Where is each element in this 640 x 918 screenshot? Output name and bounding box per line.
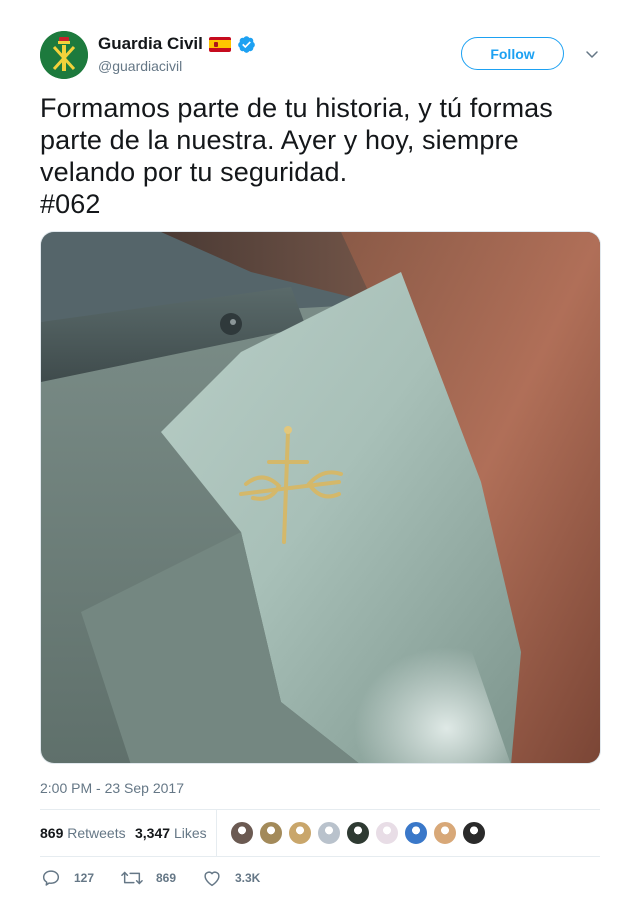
liker-avatar[interactable] <box>375 821 399 845</box>
likes-count: 3,347 <box>135 825 171 841</box>
follow-button[interactable]: Follow <box>461 37 564 70</box>
retweet-button[interactable]: 869 <box>120 866 176 890</box>
display-name[interactable]: Guardia Civil <box>98 34 203 54</box>
uniform-collar-photo <box>41 232 600 763</box>
tweet-stats: 869 Retweets 3,347 Likes <box>40 810 600 856</box>
tweet-text: Formamos parte de tu historia, y tú form… <box>40 92 600 220</box>
likes-label: Likes <box>173 825 207 841</box>
like-button[interactable]: 3.3K <box>201 866 260 890</box>
tweet-header: Guardia Civil @guardiacivil Follow <box>40 30 600 80</box>
user-handle[interactable]: @guardiacivil <box>98 58 256 74</box>
verified-badge-icon <box>238 35 255 53</box>
liker-avatar[interactable] <box>433 821 457 845</box>
like-count: 3.3K <box>235 871 261 885</box>
spain-flag-icon <box>208 36 231 52</box>
tweet-text-line: parte de la nuestra. Ayer y hoy, siempre <box>40 125 519 155</box>
retweets-label: Retweets <box>67 825 126 841</box>
user-info: Guardia Civil @guardiacivil <box>98 33 256 74</box>
tweet-timestamp[interactable]: 2:00 PM - 23 Sep 2017 <box>40 780 184 796</box>
liker-avatar[interactable] <box>259 821 283 845</box>
chevron-down-icon[interactable] <box>584 46 600 62</box>
reply-icon <box>42 870 60 886</box>
guardia-civil-emblem-icon <box>40 31 88 79</box>
liker-avatar[interactable] <box>346 821 370 845</box>
retweet-icon <box>121 871 143 885</box>
retweets-count: 869 <box>40 825 64 841</box>
divider <box>40 856 600 857</box>
tweet: Guardia Civil @guardiacivil Follow Forma… <box>40 30 601 887</box>
liker-avatar[interactable] <box>288 821 312 845</box>
tweet-actions: 127 869 3.3K <box>40 866 600 890</box>
tweet-text-line: Formamos parte de tu historia, y tú form… <box>40 93 553 123</box>
hashtag-link[interactable]: #062 <box>40 188 600 220</box>
heart-icon <box>204 871 220 887</box>
retweet-count: 869 <box>156 871 177 885</box>
stats-divider <box>216 810 217 856</box>
reply-button[interactable]: 127 <box>40 866 94 890</box>
tweet-text-line: velando por tu seguridad. <box>40 157 348 187</box>
liker-avatar[interactable] <box>230 821 254 845</box>
tweet-photo[interactable] <box>40 231 601 764</box>
liker-avatar[interactable] <box>404 821 428 845</box>
likes-stat[interactable]: 3,347 Likes <box>135 825 207 841</box>
reply-count: 127 <box>74 871 95 885</box>
liker-avatar[interactable] <box>462 821 486 845</box>
avatar[interactable] <box>40 31 88 79</box>
liker-avatar[interactable] <box>317 821 341 845</box>
retweets-stat[interactable]: 869 Retweets <box>40 825 126 841</box>
liker-avatars <box>230 821 486 845</box>
